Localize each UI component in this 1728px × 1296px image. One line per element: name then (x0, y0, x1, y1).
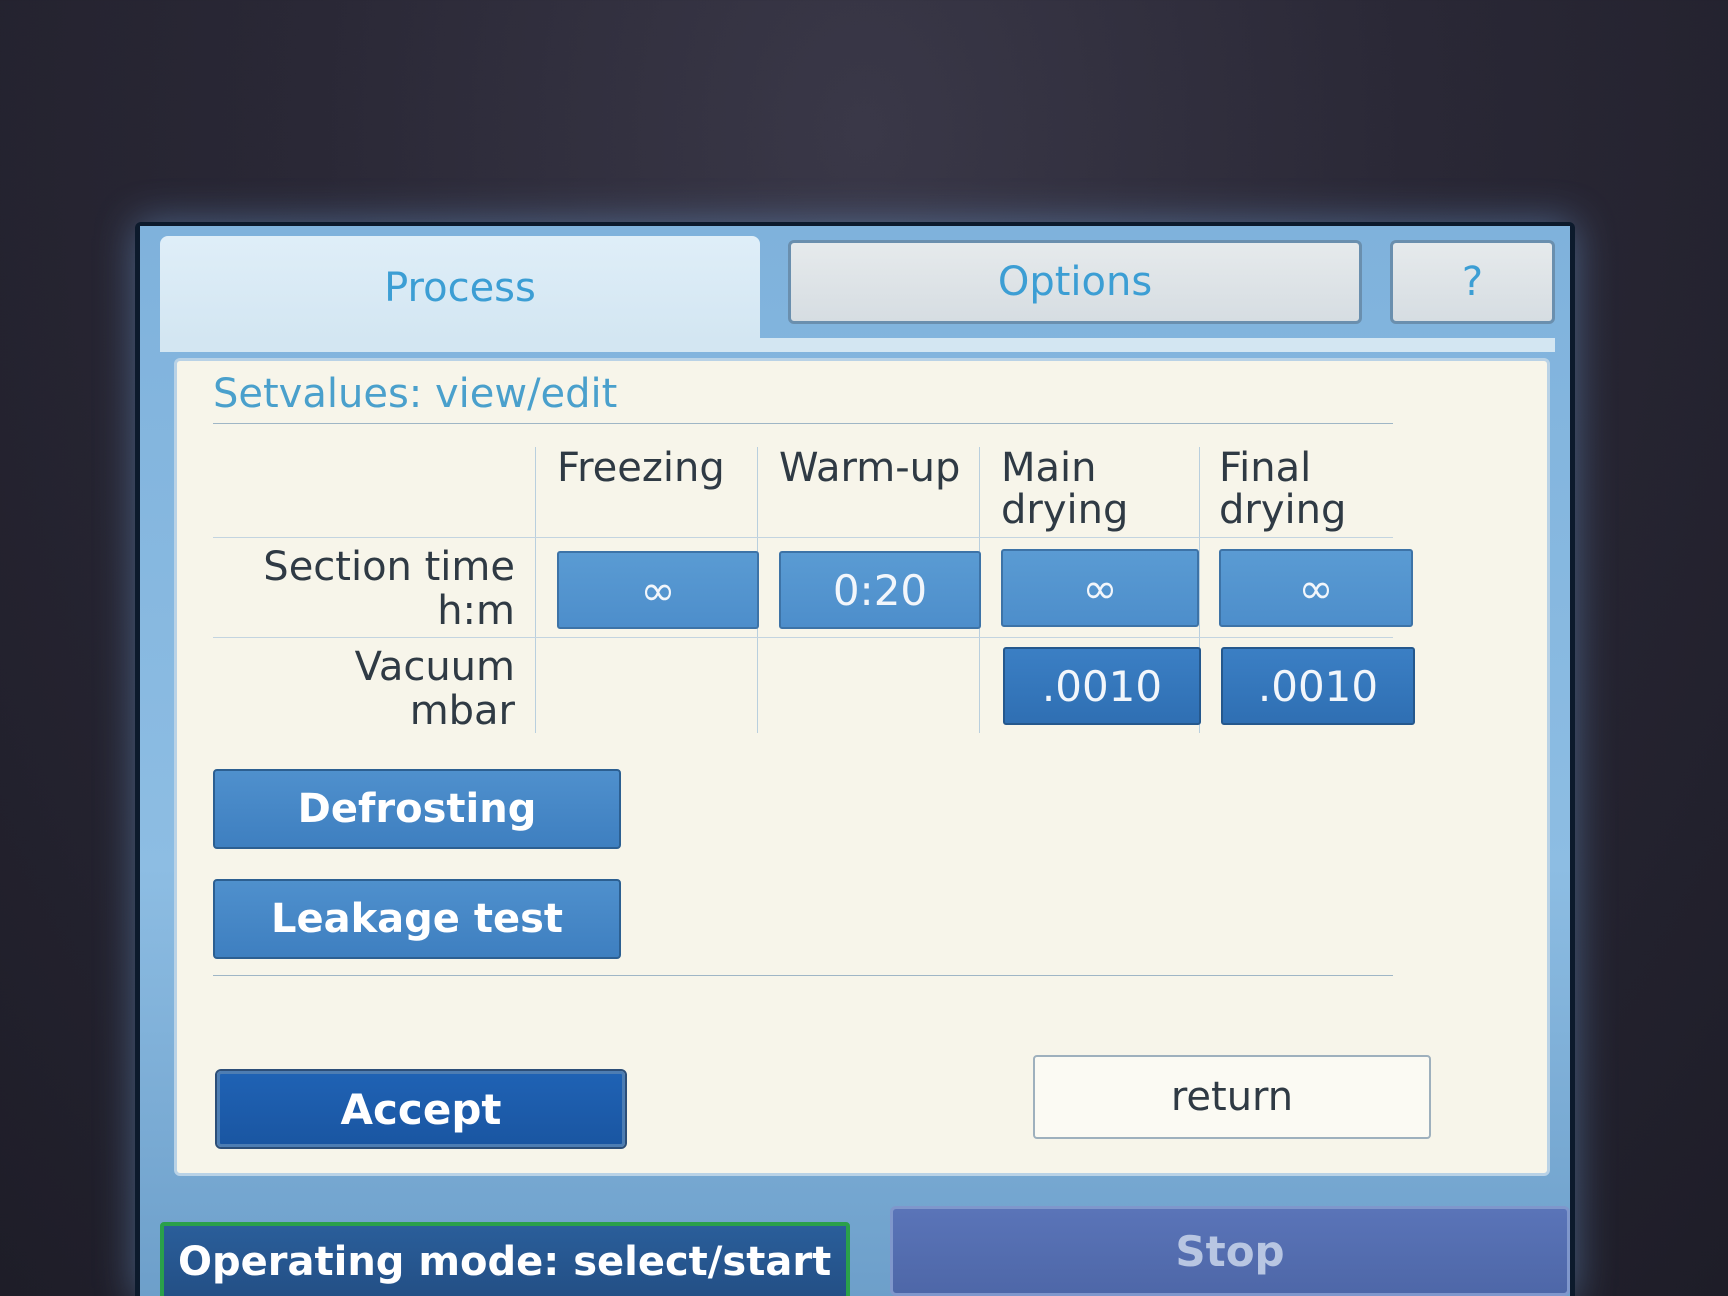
help-icon: ? (1461, 259, 1484, 305)
stop-button[interactable]: Stop (890, 1206, 1570, 1296)
touch-screen: Process Options ? Setvalues: view/edit F… (140, 226, 1570, 1296)
row-label-vacuum: Vacuum mbar (354, 644, 515, 734)
vacuum-main-drying-field[interactable]: .0010 (1003, 647, 1201, 725)
grid-divider (213, 637, 1393, 638)
row-label-section-time: Section time h:m (263, 544, 515, 634)
tab-help[interactable]: ? (1390, 240, 1555, 324)
grid-divider (213, 537, 1393, 538)
section-time-main-drying-field[interactable]: ∞ (1001, 549, 1199, 627)
leakage-test-button[interactable]: Leakage test (213, 879, 621, 959)
panel-title: Setvalues: view/edit (213, 371, 618, 417)
column-header-warm-up: Warm-up (779, 445, 961, 491)
tab-process[interactable]: Process (160, 236, 760, 340)
defrosting-button[interactable]: Defrosting (213, 769, 621, 849)
tab-options[interactable]: Options (788, 240, 1362, 324)
setvalues-panel: Setvalues: view/edit Freezing Warm-up Ma… (174, 358, 1550, 1176)
tab-options-label: Options (997, 259, 1153, 305)
tab-process-label: Process (384, 265, 536, 311)
section-time-freezing-field[interactable]: ∞ (557, 551, 759, 629)
grid-divider (535, 447, 536, 733)
footer-divider (213, 975, 1393, 976)
operating-mode-status[interactable]: Operating mode: select/start (160, 1222, 850, 1296)
accept-button[interactable]: Accept (215, 1069, 627, 1149)
column-header-freezing: Freezing (557, 445, 725, 491)
section-time-warm-up-field[interactable]: 0:20 (779, 551, 981, 629)
tab-strip (160, 338, 1555, 352)
section-time-final-drying-field[interactable]: ∞ (1219, 549, 1413, 627)
title-divider (213, 423, 1393, 424)
return-button[interactable]: return (1033, 1055, 1431, 1139)
vacuum-final-drying-field[interactable]: .0010 (1221, 647, 1415, 725)
column-header-main-drying: Main drying (1001, 445, 1129, 533)
column-header-final-drying: Final drying (1219, 445, 1347, 533)
